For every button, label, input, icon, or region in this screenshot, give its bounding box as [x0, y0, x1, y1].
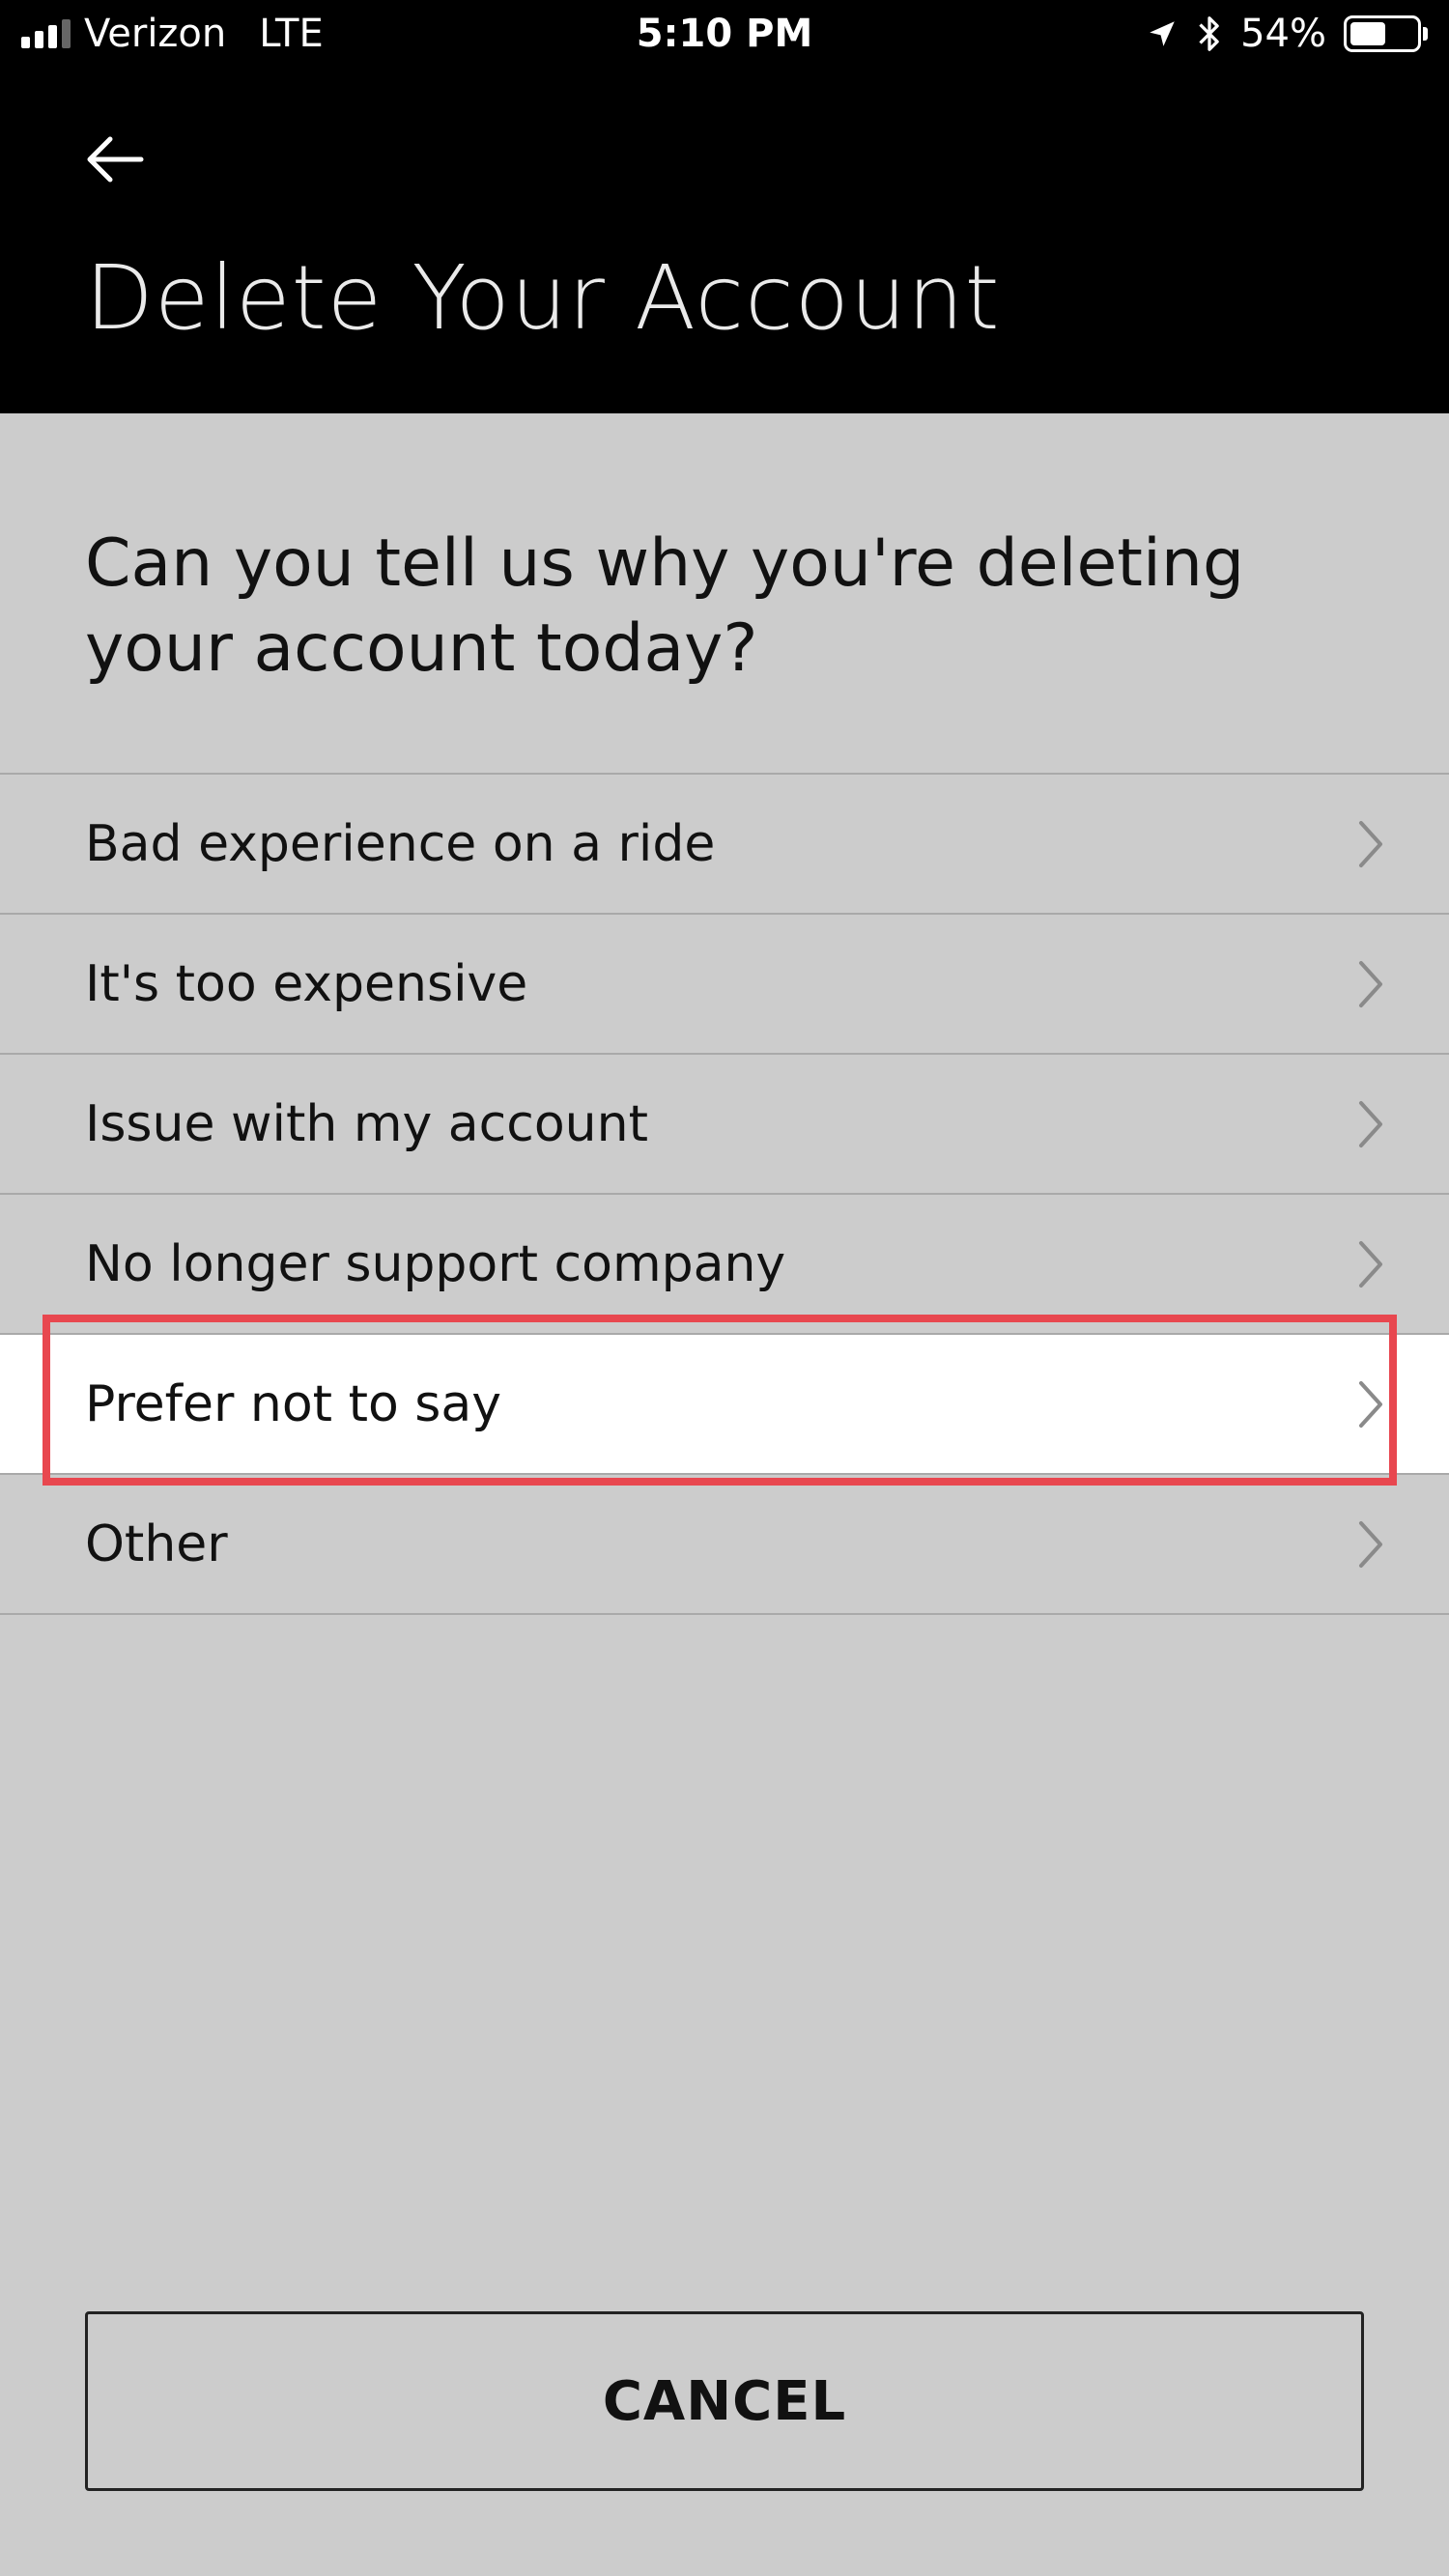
- reason-item[interactable]: Other: [0, 1475, 1449, 1615]
- reason-item[interactable]: Prefer not to say: [0, 1335, 1449, 1475]
- status-right: 54%: [1146, 12, 1428, 56]
- reason-label: It's too expensive: [85, 954, 528, 1013]
- reason-label: No longer support company: [85, 1234, 786, 1293]
- chevron-right-icon: [1359, 1100, 1382, 1147]
- page-title: Delete Your Account: [85, 246, 1001, 350]
- status-bar: Verizon LTE 5:10 PM 54%: [0, 0, 1449, 72]
- chevron-right-icon: [1359, 960, 1382, 1007]
- reason-item[interactable]: It's too expensive: [0, 915, 1449, 1055]
- chevron-right-icon: [1359, 1520, 1382, 1568]
- reason-label: Issue with my account: [85, 1094, 648, 1153]
- battery-icon: [1344, 15, 1428, 52]
- chevron-right-icon: [1359, 820, 1382, 867]
- reason-label: Prefer not to say: [85, 1374, 502, 1433]
- bluetooth-icon: [1199, 16, 1219, 51]
- location-arrow-icon: [1150, 21, 1175, 46]
- chevron-right-icon: [1359, 1380, 1382, 1428]
- reason-label: Bad experience on a ride: [85, 814, 716, 873]
- header: Delete Your Account: [0, 72, 1449, 413]
- reason-list: Bad experience on a ride It's too expensi…: [0, 773, 1449, 1615]
- reason-label: Other: [85, 1514, 228, 1573]
- reason-item[interactable]: Issue with my account: [0, 1055, 1449, 1195]
- question-text: Can you tell us why you're deleting your…: [85, 525, 1245, 687]
- back-arrow-icon[interactable]: [81, 126, 149, 193]
- chevron-right-icon: [1359, 1240, 1382, 1288]
- battery-percent: 54%: [1240, 12, 1326, 56]
- reason-item[interactable]: Bad experience on a ride: [0, 775, 1449, 915]
- reason-item[interactable]: No longer support company: [0, 1195, 1449, 1335]
- cancel-button[interactable]: CANCEL: [85, 2311, 1364, 2491]
